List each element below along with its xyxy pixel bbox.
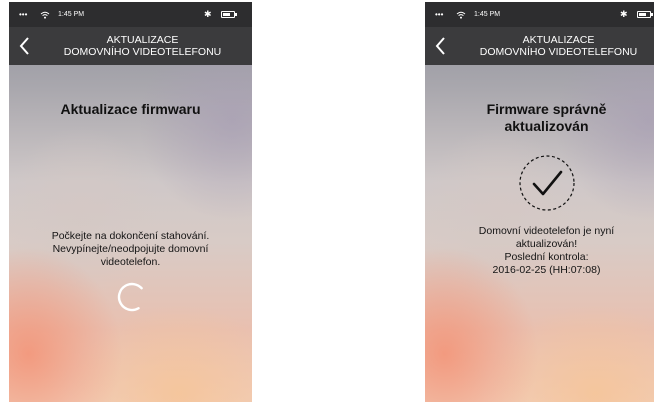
checkmark-icon — [519, 155, 575, 211]
download-message: Počkejte na dokončení stahování. Nevypín… — [51, 230, 210, 268]
status-bar: ••• 1:45 PM ✱ — [425, 2, 654, 27]
signal-dots-icon: ••• — [19, 10, 28, 19]
battery-icon — [221, 11, 237, 18]
screen-heading: Aktualizace firmwaru — [60, 101, 201, 117]
chevron-left-icon — [19, 37, 29, 55]
chevron-left-icon — [435, 37, 445, 55]
bluetooth-icon: ✱ — [620, 9, 628, 19]
page-title: AKTUALIZACE DOMOVNÍHO VIDEOTELEFONU — [63, 34, 222, 58]
nav-bar: AKTUALIZACE DOMOVNÍHO VIDEOTELEFONU — [425, 27, 654, 65]
battery-icon — [637, 11, 653, 18]
status-time: 1:45 PM — [58, 11, 85, 18]
back-button[interactable] — [433, 35, 449, 57]
status-bar: ••• 1:45 PM ✱ — [9, 2, 252, 27]
loading-spinner-icon — [117, 282, 147, 312]
bluetooth-icon: ✱ — [204, 9, 212, 19]
page-title: AKTUALIZACE DOMOVNÍHO VIDEOTELEFONU — [479, 34, 638, 58]
back-button[interactable] — [17, 35, 33, 57]
status-time: 1:45 PM — [474, 11, 501, 18]
update-complete-screen: ••• 1:45 PM ✱ AKTUALIZACE DOMOVNÍHO VIDE… — [425, 2, 654, 402]
signal-dots-icon: ••• — [435, 10, 444, 19]
nav-bar: AKTUALIZACE DOMOVNÍHO VIDEOTELEFONU — [9, 27, 252, 65]
screen-heading: Firmware správně aktualizován — [486, 101, 607, 134]
wifi-icon — [40, 11, 50, 19]
update-status-message: Domovní videotelefon je nyní aktualizová… — [478, 225, 615, 276]
wifi-icon — [456, 11, 466, 19]
update-in-progress-screen: ••• 1:45 PM ✱ AKTUALIZACE DOMOVNÍHO VIDE… — [9, 2, 252, 402]
